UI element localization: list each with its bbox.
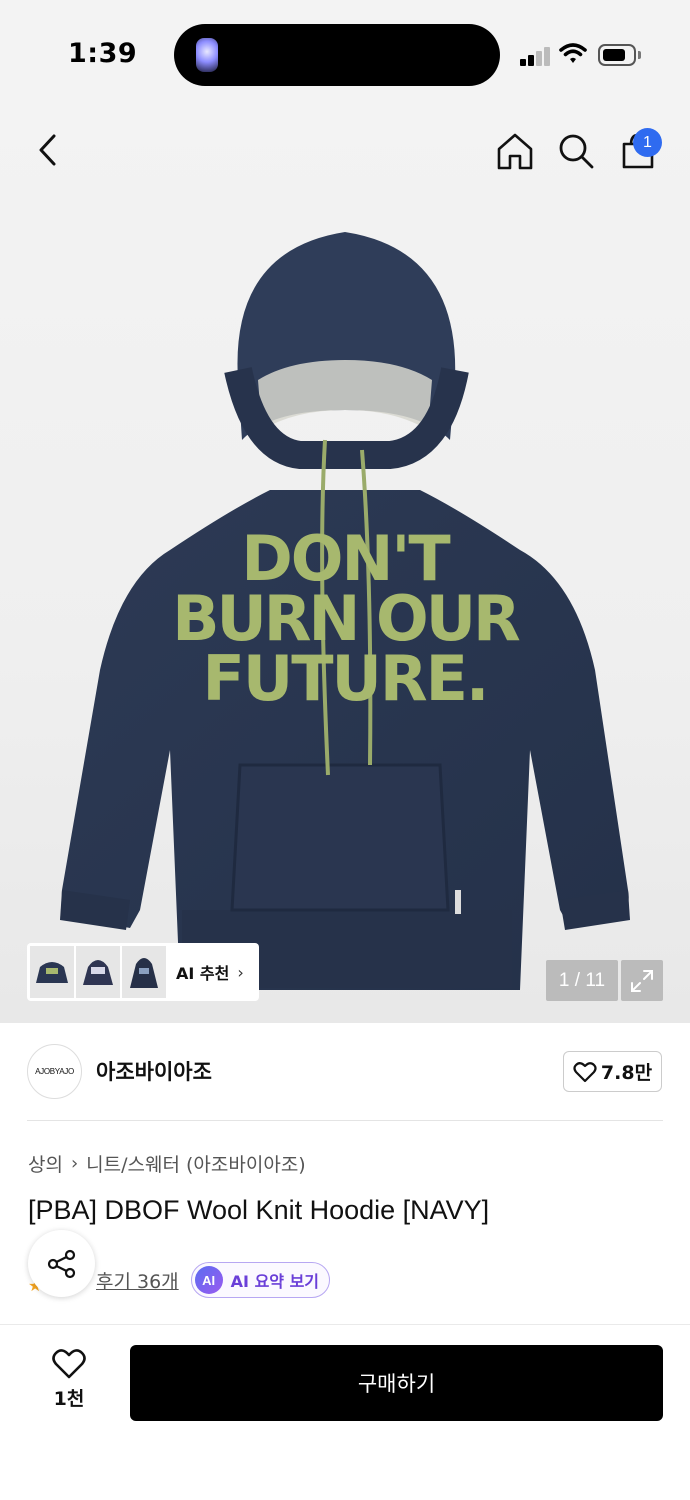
wishlist-button[interactable]: 1천 xyxy=(40,1348,98,1418)
flashlight-indicator-icon xyxy=(196,38,218,72)
product-image-gallery[interactable]: DON'T BURN OUR FUTURE. xyxy=(0,110,690,1023)
ai-recommend-label[interactable]: AI 추천 xyxy=(176,960,229,984)
image-counter: 1 / 11 xyxy=(546,960,618,1001)
buy-button[interactable]: 구매하기 xyxy=(130,1345,663,1421)
recommend-thumbnail[interactable] xyxy=(76,946,120,998)
ai-badge-icon: AI xyxy=(194,1266,223,1294)
chevron-right-icon: › xyxy=(70,1153,79,1174)
expand-icon xyxy=(631,969,653,992)
ai-summary-label: AI 요약 보기 xyxy=(230,1272,320,1291)
cart-count-badge: 1 xyxy=(633,128,662,157)
brand-name[interactable]: 아조바이아조 xyxy=(96,1056,212,1086)
battery-icon xyxy=(598,44,636,66)
search-icon xyxy=(559,134,594,169)
divider xyxy=(0,1324,690,1325)
cellular-signal-icon xyxy=(520,46,552,66)
brand-like-button[interactable]: 7.8만 xyxy=(563,1051,662,1092)
recommend-thumbnail[interactable] xyxy=(122,946,166,998)
home-button[interactable] xyxy=(489,125,541,177)
status-time: 1:39 xyxy=(68,38,138,69)
brand-logo-text: AJOBYAJO xyxy=(35,1067,74,1076)
share-icon xyxy=(47,1249,75,1278)
heart-icon xyxy=(52,1349,86,1379)
heart-icon xyxy=(573,1061,597,1082)
product-image: DON'T BURN OUR FUTURE. xyxy=(60,232,630,990)
review-link[interactable]: 후기 36개 xyxy=(96,1267,179,1294)
home-icon xyxy=(497,133,533,170)
share-button[interactable] xyxy=(28,1230,95,1297)
ai-summary-button[interactable]: AI AI 요약 보기 xyxy=(190,1262,331,1298)
search-button[interactable] xyxy=(550,125,602,177)
chevron-left-icon xyxy=(39,134,56,166)
dynamic-island xyxy=(174,24,500,86)
breadcrumb: 상의 › 니트/스웨터 (아조바이아조) xyxy=(28,1150,306,1177)
product-title: [PBA] DBOF Wool Knit Hoodie [NAVY] xyxy=(28,1195,490,1225)
divider xyxy=(27,1120,663,1121)
status-bar: 1:39 xyxy=(0,0,690,110)
ai-recommend-strip[interactable]: AI 추천 › xyxy=(27,943,259,1001)
breadcrumb-category[interactable]: 상의 xyxy=(28,1150,63,1177)
back-button[interactable] xyxy=(22,124,74,176)
recommend-thumbnail[interactable] xyxy=(30,946,74,998)
brand-like-count: 7.8만 xyxy=(600,1062,653,1084)
expand-image-button[interactable] xyxy=(621,960,663,1001)
brand-logo[interactable]: AJOBYAJO xyxy=(27,1044,82,1099)
wishlist-count: 1천 xyxy=(53,1388,85,1410)
breadcrumb-subcategory[interactable]: 니트/스웨터 (아조바이아조) xyxy=(86,1150,306,1177)
wifi-icon xyxy=(559,43,587,63)
chevron-right-icon: › xyxy=(237,962,244,982)
svg-text:FUTURE.: FUTURE. xyxy=(203,642,488,715)
